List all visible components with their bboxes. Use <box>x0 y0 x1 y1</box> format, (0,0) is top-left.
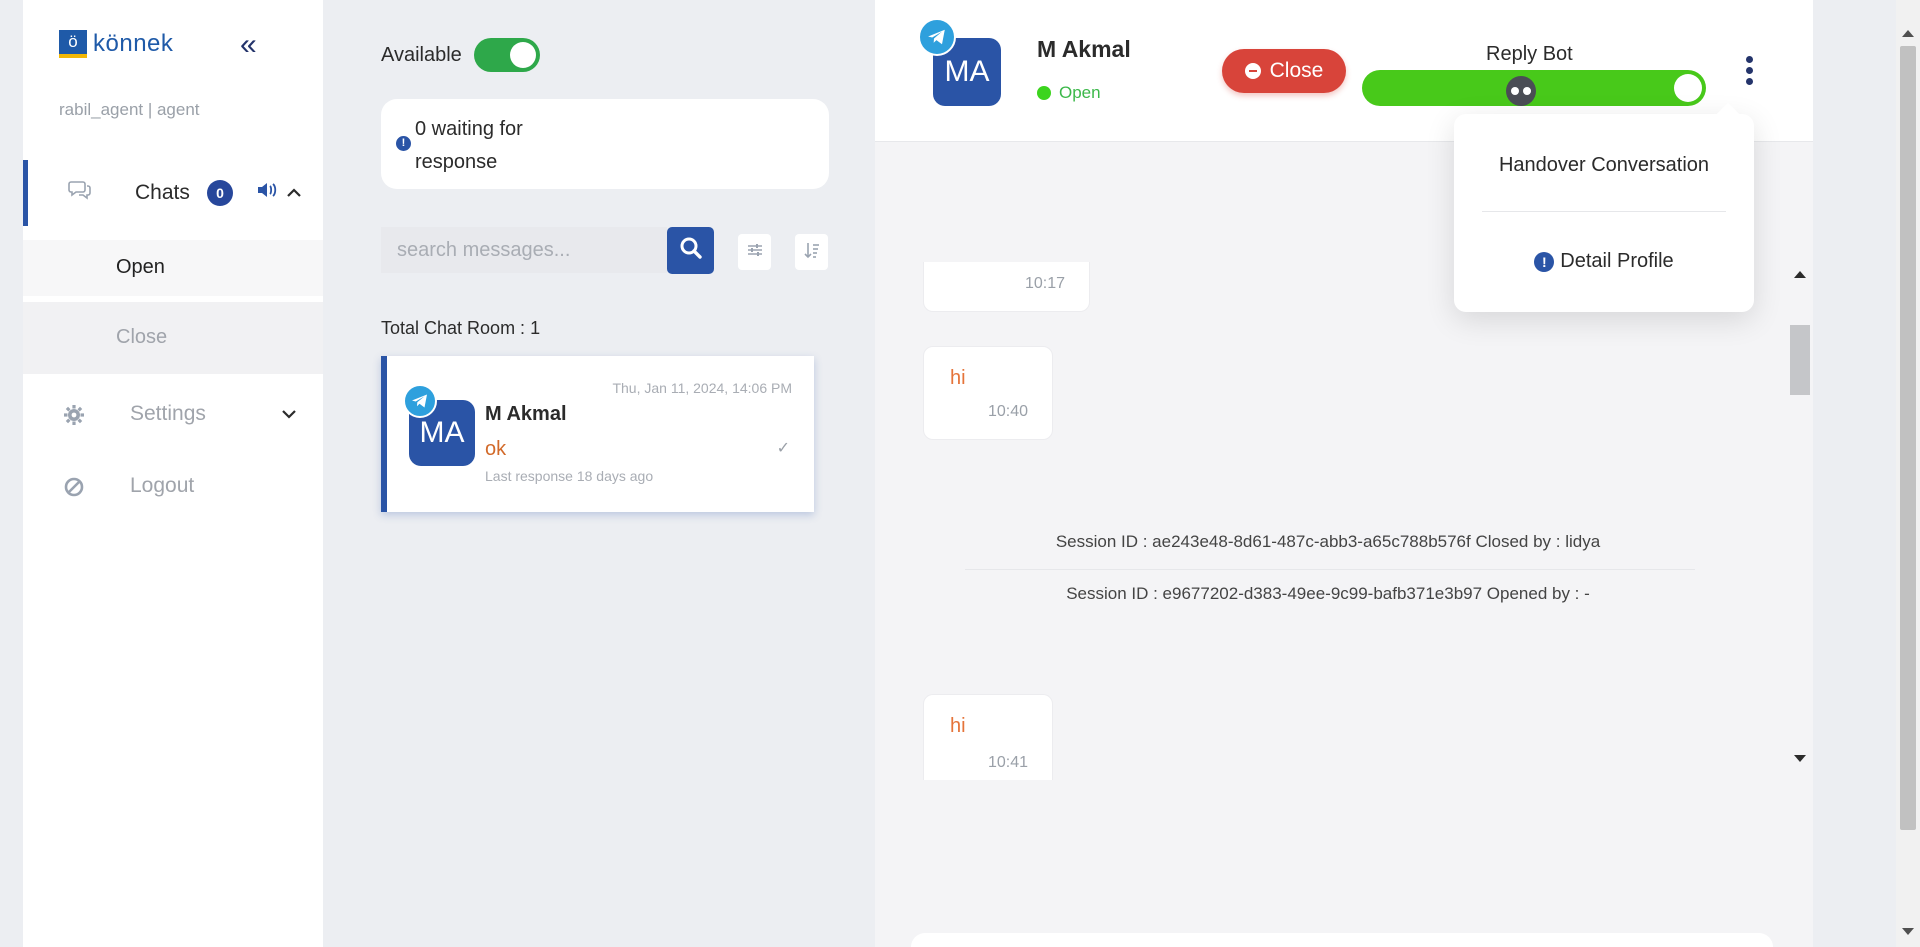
sidebar-item-label: Logout <box>130 474 195 497</box>
chat-last-response: Last response 18 days ago <box>485 468 654 484</box>
detail-profile-menu-item[interactable]: ! Detail Profile <box>1454 250 1754 273</box>
chat-bubbles-icon <box>68 180 92 206</box>
waiting-response-text: 0 waiting for response <box>415 118 523 173</box>
message-text: hi <box>950 367 966 389</box>
session-opened-info: Session ID : e9677202-d383-49ee-9c99-baf… <box>1066 584 1590 603</box>
konnek-logo-icon: ö <box>59 30 87 58</box>
more-options-icon[interactable] <box>1743 56 1755 90</box>
sort-icon <box>803 241 820 264</box>
message-bubble: hi 10:40 <box>923 346 1053 440</box>
speaker-icon[interactable] <box>256 180 278 206</box>
search-button[interactable] <box>667 227 714 274</box>
availability-control: Available <box>381 38 540 72</box>
sidebar-item-chats[interactable]: Chats 0 <box>23 160 323 226</box>
chat-contact-name: M Akmal <box>485 403 567 425</box>
sidebar-subitem-label: Close <box>116 326 168 348</box>
sidebar-item-settings[interactable]: Settings <box>23 392 323 442</box>
session-closed-info: Session ID : ae243e48-8d61-487c-abb3-a65… <box>1055 532 1601 551</box>
scroll-down-arrow-icon[interactable] <box>1794 755 1806 762</box>
robot-icon <box>1506 76 1536 106</box>
scroll-up-arrow-icon[interactable] <box>1902 30 1914 37</box>
message-composer[interactable] <box>911 933 1773 947</box>
sort-button[interactable] <box>795 234 828 270</box>
chat-date: Thu, Jan 11, 2024, 14:06 PM <box>612 380 792 396</box>
status-dot-icon <box>1037 86 1051 100</box>
session-divider <box>965 569 1695 570</box>
sidebar-item-label: Settings <box>130 402 206 425</box>
sliders-icon <box>747 243 763 262</box>
sidebar: ö könnek « rabil_agent | agent Chats 0 O… <box>23 0 323 947</box>
close-button-label: Close <box>1269 59 1324 82</box>
conversation-status: Open <box>1037 83 1101 103</box>
search-icon <box>679 236 703 265</box>
ban-icon <box>63 476 85 504</box>
scroll-up-arrow-icon[interactable] <box>1794 271 1806 278</box>
page-scrollbar[interactable] <box>1896 0 1920 947</box>
reply-bot-toggle[interactable] <box>1362 70 1706 106</box>
collapse-sidebar-button[interactable]: « <box>240 30 257 60</box>
waiting-response-card: ! 0 waiting for response <box>381 99 829 189</box>
message-time: 10:17 <box>1024 275 1065 292</box>
message-time: 10:40 <box>987 403 1028 420</box>
telegram-icon <box>403 384 437 418</box>
sidebar-subitem-label: Open <box>116 256 165 278</box>
scrollbar-thumb[interactable] <box>1900 46 1916 830</box>
sidebar-item-label: Chats <box>135 181 190 204</box>
total-chat-room-label: Total Chat Room : 1 <box>381 318 541 338</box>
status-label: Open <box>1059 83 1101 102</box>
message-scrollbar[interactable] <box>1789 265 1811 772</box>
info-icon: ! <box>396 136 411 151</box>
chat-last-message: ok <box>485 438 507 460</box>
brand-name: könnek <box>93 30 174 57</box>
menu-divider <box>1482 211 1726 212</box>
sidebar-item-logout[interactable]: Logout <box>23 464 323 514</box>
handover-conversation-menu-item[interactable]: Handover Conversation <box>1454 154 1754 177</box>
minus-circle-icon <box>1244 63 1261 79</box>
sidebar-subitem-close[interactable]: Close <box>23 302 323 374</box>
menu-item-label: Detail Profile <box>1560 250 1674 272</box>
scrollbar-thumb[interactable] <box>1790 325 1810 395</box>
message-bubble: hi 10:41 <box>923 694 1053 780</box>
gear-icon <box>63 404 85 432</box>
message-bubble: 10:17 <box>923 262 1090 312</box>
filter-button[interactable] <box>738 234 771 270</box>
unread-count-badge: 0 <box>207 180 233 206</box>
close-conversation-button[interactable]: Close <box>1222 49 1346 93</box>
toggle-knob <box>509 42 536 68</box>
chevron-up-icon[interactable] <box>286 183 302 204</box>
user-role-label: rabil_agent | agent <box>59 100 200 119</box>
message-text: hi <box>950 715 966 737</box>
toggle-knob <box>1674 74 1702 102</box>
brand-logo[interactable]: ö könnek <box>59 30 173 58</box>
chat-list-item[interactable]: MA Thu, Jan 11, 2024, 14:06 PM M Akmal o… <box>381 356 814 512</box>
message-time: 10:41 <box>987 754 1028 771</box>
sidebar-subitem-open[interactable]: Open <box>23 240 323 296</box>
reply-bot-label: Reply Bot <box>1486 43 1573 65</box>
contact-name: M Akmal <box>1037 36 1131 62</box>
conversation-options-menu: Handover Conversation ! Detail Profile <box>1454 114 1754 312</box>
check-icon: ✓ <box>776 440 790 457</box>
scroll-down-arrow-icon[interactable] <box>1902 928 1914 935</box>
search-input[interactable] <box>381 227 667 273</box>
availability-label: Available <box>381 43 462 66</box>
info-icon: ! <box>1534 251 1555 272</box>
chevron-down-icon[interactable] <box>281 404 297 425</box>
telegram-icon <box>918 18 956 56</box>
availability-toggle[interactable] <box>473 38 540 72</box>
